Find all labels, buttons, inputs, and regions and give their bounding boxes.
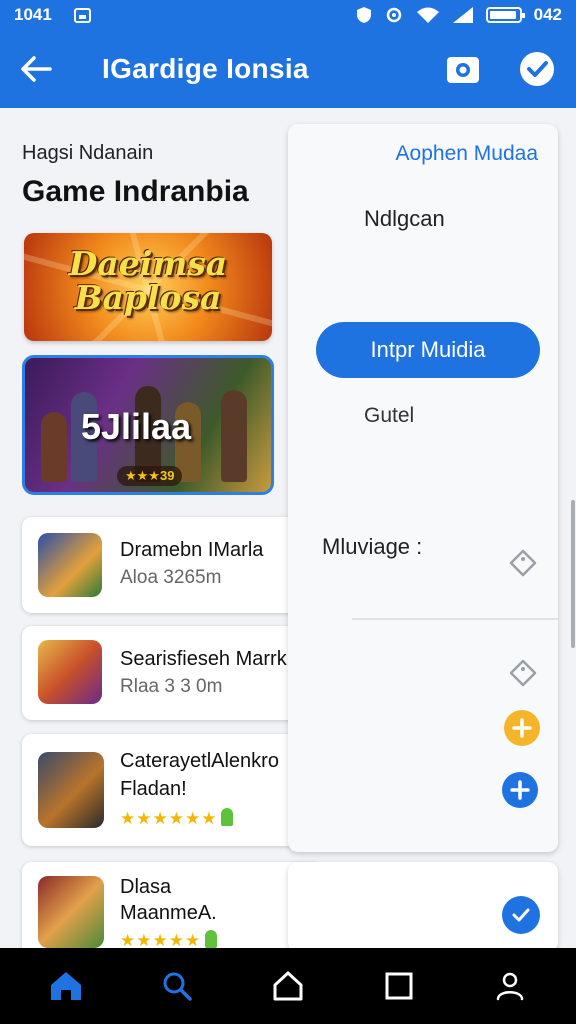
game-thumbnail (38, 876, 104, 948)
panel-option-1[interactable]: Ndlgcan (364, 206, 445, 232)
nav-square[interactable] (374, 961, 424, 1011)
nav-house[interactable] (263, 961, 313, 1011)
featured-banner-1[interactable]: Daeimsa Baplosa (24, 233, 272, 341)
banner-2-badge: ★★★39 (117, 466, 183, 486)
list-item[interactable]: CaterayetlAlenkro Fladan! ★★★★★★ (22, 734, 322, 846)
banner-2-title: 5Jlilaa (81, 406, 192, 447)
arrow-left-icon (21, 56, 52, 82)
list-item-name: Dlasa (120, 876, 172, 898)
plus-icon (510, 780, 530, 800)
primary-button[interactable]: Intpr Muidia (316, 322, 540, 378)
game-thumbnail (38, 752, 104, 828)
square-icon (385, 972, 413, 1000)
status-time: 1041 (14, 5, 52, 24)
app-title: IGardige Ionsia (102, 53, 309, 84)
leaf-icon (221, 808, 234, 826)
bottom-panel (288, 862, 558, 952)
nav-home[interactable] (41, 961, 91, 1011)
tag-icon[interactable] (508, 548, 538, 578)
leaf-icon (205, 930, 218, 948)
list-item-meta: Aloa 3265m (120, 567, 222, 588)
panel-label: Mluviage : (322, 534, 423, 559)
list-item-name: CaterayetlAlenkro (120, 750, 279, 772)
nav-search[interactable] (152, 961, 202, 1011)
profile-icon (497, 972, 524, 1001)
signal-icon (452, 7, 473, 23)
camera-button[interactable] (444, 50, 482, 88)
game-thumbnail (38, 640, 102, 704)
list-item-subname: Fladan! (120, 778, 187, 800)
section-heading: Game Indranbia (22, 175, 249, 208)
featured-banner-2[interactable]: 5Jlilaa ★★★39 (22, 355, 274, 495)
battery-icon (485, 7, 525, 23)
scrollbar[interactable] (571, 500, 575, 648)
panel-divider (352, 618, 558, 620)
home-icon (50, 972, 81, 1000)
list-item-subname: MaanmeA. (120, 902, 217, 924)
back-button[interactable] (6, 30, 66, 108)
list-item-meta: Rlaa 3 3 0m (120, 676, 223, 697)
add-blue-button[interactable] (502, 772, 538, 808)
game-thumbnail (38, 533, 102, 597)
panel-link[interactable]: Aophen Mudaa (396, 142, 538, 166)
banner-1-title: Daeimsa Baplosa (68, 244, 228, 317)
house-outline-icon (273, 971, 303, 1001)
confirm-tag-button[interactable] (502, 896, 540, 934)
check-circle-icon (520, 52, 554, 86)
panel-option-2[interactable]: Gutel (364, 404, 414, 428)
list-item[interactable]: Dlasa MaanmeA. ★★★★★ (22, 862, 322, 962)
vibrate-icon (386, 7, 401, 23)
list-item[interactable]: Searisfieseh Marrk Rlaa 3 3 0m (22, 626, 322, 720)
camera-icon (447, 57, 479, 83)
section-subtitle: Hagsi Ndanain (22, 142, 154, 164)
app-bar: IGardige Ionsia (0, 30, 576, 108)
options-panel: Aophen Mudaa Ndlgcan Intpr Muidia Gutel … (288, 124, 558, 852)
status-right-time: 042 (533, 5, 562, 24)
shield-icon (356, 7, 371, 23)
tag-icon[interactable] (508, 658, 538, 688)
list-item-rating: ★★★★★★ (120, 808, 234, 829)
confirm-button[interactable] (518, 50, 556, 88)
plus-icon (512, 718, 532, 738)
nav-profile[interactable] (485, 961, 535, 1011)
notification-icon (73, 7, 91, 23)
add-yellow-button[interactable] (504, 710, 540, 746)
list-item[interactable]: Dramebn IMarla Aloa 3265m (22, 517, 322, 613)
bottom-navigation (0, 948, 576, 1024)
status-bar: 1041 042 (0, 0, 576, 30)
wifi-icon (416, 7, 439, 23)
list-item-name: Searisfieseh Marrk (120, 648, 287, 670)
list-item-name: Dramebn IMarla (120, 539, 264, 561)
search-icon (163, 972, 192, 1001)
check-icon (512, 908, 530, 922)
